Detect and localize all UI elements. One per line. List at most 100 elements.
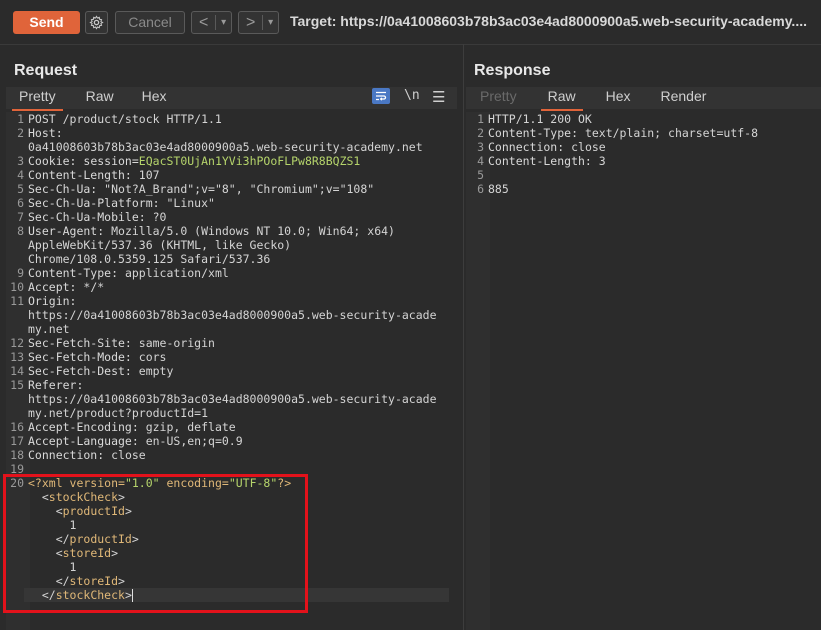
code-line[interactable]: 8 User-Agent: Mozilla/5.0 (Windows NT 10.… xyxy=(4,224,437,238)
line-number: 11 xyxy=(10,294,24,308)
word-wrap-toggle[interactable] xyxy=(372,88,390,104)
code-line[interactable]: 14 Sec-Fetch-Dest: empty xyxy=(4,364,437,378)
code-token: Content-Type: xyxy=(28,266,125,280)
request-tabs: Pretty Raw Hex xyxy=(12,88,167,111)
code-token: "Not?A_Brand";v="8", "Chromium";v="108" xyxy=(104,182,375,196)
line-number: 4 xyxy=(17,168,24,182)
line-number: 14 xyxy=(10,364,24,378)
code-line[interactable]: 10 Accept: */* xyxy=(4,280,437,294)
line-number: 6 xyxy=(477,182,484,196)
menu-icon[interactable]: ☰ xyxy=(432,88,445,106)
tab-hex[interactable]: Hex xyxy=(606,88,631,108)
line-text: Sec-Ch-Ua: "Not?A_Brand";v="8", "Chromiu… xyxy=(28,182,374,196)
code-line[interactable]: my.net xyxy=(4,322,437,336)
line-text: Accept-Language: en-US,en;q=0.9 xyxy=(28,434,243,448)
line-text: Referer: xyxy=(28,378,83,392)
code-line[interactable]: 5 Sec-Ch-Ua: "Not?A_Brand";v="8", "Chromi… xyxy=(4,182,437,196)
code-token: Sec-Fetch-Mode: xyxy=(28,350,139,364)
code-line[interactable]: https://0a41008603b78b3ac03e4ad8000900a5… xyxy=(4,308,437,322)
code-line[interactable]: 17 Accept-Language: en-US,en;q=0.9 xyxy=(4,434,437,448)
back-arrow-icon[interactable]: < xyxy=(192,14,215,32)
code-token: POST /product/stock HTTP/1.1 xyxy=(28,112,222,126)
code-token: 885 xyxy=(488,182,509,196)
code-token: close xyxy=(571,140,606,154)
line-number: 16 xyxy=(10,420,24,434)
tab-hex[interactable]: Hex xyxy=(142,88,167,108)
code-line[interactable]: 16 Accept-Encoding: gzip, deflate xyxy=(4,420,437,434)
code-token: gzip, deflate xyxy=(145,420,236,434)
code-token: Connection: xyxy=(28,448,112,462)
line-number: 9 xyxy=(17,266,24,280)
code-token: Content-Length: xyxy=(28,168,139,182)
line-number xyxy=(4,252,28,266)
tab-render[interactable]: Render xyxy=(661,88,707,108)
code-line[interactable]: 12 Sec-Fetch-Site: same-origin xyxy=(4,336,437,350)
code-line[interactable]: 11 Origin: xyxy=(4,294,437,308)
code-line[interactable]: 9 Content-Type: application/xml xyxy=(4,266,437,280)
code-line[interactable]: 18 Connection: close xyxy=(4,448,437,462)
code-token: Sec-Ch-Ua-Mobile: xyxy=(28,210,153,224)
code-token: Content-Length: xyxy=(488,154,599,168)
tab-pretty: Pretty xyxy=(480,88,517,104)
settings-button[interactable] xyxy=(85,11,108,34)
code-line[interactable]: 6 Sec-Ch-Ua-Platform: "Linux" xyxy=(4,196,437,210)
code-line[interactable]: my.net/product?productId=1 xyxy=(4,406,437,420)
line-text: Connection: close xyxy=(488,140,606,154)
code-line[interactable]: 6 885 xyxy=(464,182,758,196)
code-line[interactable]: https://0a41008603b78b3ac03e4ad8000900a5… xyxy=(4,392,437,406)
line-number: 10 xyxy=(10,280,24,294)
code-line[interactable]: 4 Content-Length: 3 xyxy=(464,154,758,168)
code-line[interactable]: 15 Referer: xyxy=(4,378,437,392)
code-line[interactable]: 2 Host: xyxy=(4,126,437,140)
back-history-dropdown-icon[interactable]: ▾ xyxy=(216,17,231,28)
line-text: Sec-Fetch-Site: same-origin xyxy=(28,336,215,350)
code-line[interactable]: 1 POST /product/stock HTTP/1.1 xyxy=(4,112,437,126)
line-text: https://0a41008603b78b3ac03e4ad8000900a5… xyxy=(28,392,437,406)
line-text: my.net/product?productId=1 xyxy=(28,406,208,420)
line-text: Content-Length: 107 xyxy=(28,168,160,182)
line-text: Accept: */* xyxy=(28,280,104,294)
wrap-lines-icon xyxy=(376,91,387,101)
code-token: same-origin xyxy=(138,336,215,350)
target-url[interactable]: Target: https://0a41008603b78b3ac03e4ad8… xyxy=(290,13,807,29)
send-button[interactable]: Send xyxy=(13,11,80,34)
code-line[interactable]: 13 Sec-Fetch-Mode: cors xyxy=(4,350,437,364)
line-text: Host: xyxy=(28,126,63,140)
code-token: my.net/product?productId=1 xyxy=(28,406,209,420)
line-number xyxy=(4,406,28,420)
code-line[interactable]: 3 Cookie: session=EQacST0UjAn1YVi3hPOoFLP… xyxy=(4,154,437,168)
line-number xyxy=(4,238,28,252)
line-text: AppleWebKit/537.36 (KHTML, like Gecko) xyxy=(28,238,291,252)
line-number: 17 xyxy=(10,434,24,448)
code-line[interactable]: 1 HTTP/1.1 200 OK xyxy=(464,112,758,126)
forward-history-dropdown-icon[interactable]: ▾ xyxy=(263,17,278,28)
code-token: en-US,en;q=0.9 xyxy=(145,434,243,448)
response-title: Response xyxy=(474,62,551,79)
code-line[interactable]: 0a41008603b78b3ac03e4ad8000900a5.web-sec… xyxy=(4,140,437,154)
code-line[interactable]: 7 Sec-Ch-Ua-Mobile: ?0 xyxy=(4,210,437,224)
code-token: Connection: xyxy=(488,140,572,154)
code-line[interactable]: 4 Content-Length: 107 xyxy=(4,168,437,182)
code-line[interactable]: 3 Connection: close xyxy=(464,140,758,154)
forward-arrow-icon[interactable]: > xyxy=(239,14,262,32)
line-text: Content-Type: application/xml xyxy=(28,266,229,280)
code-token: ?0 xyxy=(152,210,167,224)
tab-raw[interactable]: Raw xyxy=(540,88,583,111)
gear-icon xyxy=(89,15,104,30)
cancel-button[interactable]: Cancel xyxy=(115,11,185,34)
line-text: Accept-Encoding: gzip, deflate xyxy=(28,420,236,434)
code-token: session xyxy=(83,154,132,168)
line-number: 4 xyxy=(477,154,484,168)
code-token: = xyxy=(131,154,139,168)
code-line[interactable]: 2 Content-Type: text/plain; charset=utf-8 xyxy=(464,126,758,140)
newline-toggle[interactable]: \n xyxy=(404,88,420,103)
code-line[interactable]: 5 xyxy=(464,168,758,182)
code-token: Sec-Ch-Ua: xyxy=(28,182,105,196)
code-line[interactable]: AppleWebKit/537.36 (KHTML, like Gecko) xyxy=(4,238,437,252)
tab-raw[interactable]: Raw xyxy=(86,88,114,108)
code-line[interactable]: Chrome/108.0.5359.125 Safari/537.36 xyxy=(4,252,437,266)
line-number: 5 xyxy=(17,182,24,196)
line-number: 7 xyxy=(17,210,24,224)
response-editor[interactable]: 1 HTTP/1.1 200 OK 2 Content-Type: text/plai… xyxy=(464,112,758,196)
tab-pretty[interactable]: Pretty xyxy=(12,88,63,111)
